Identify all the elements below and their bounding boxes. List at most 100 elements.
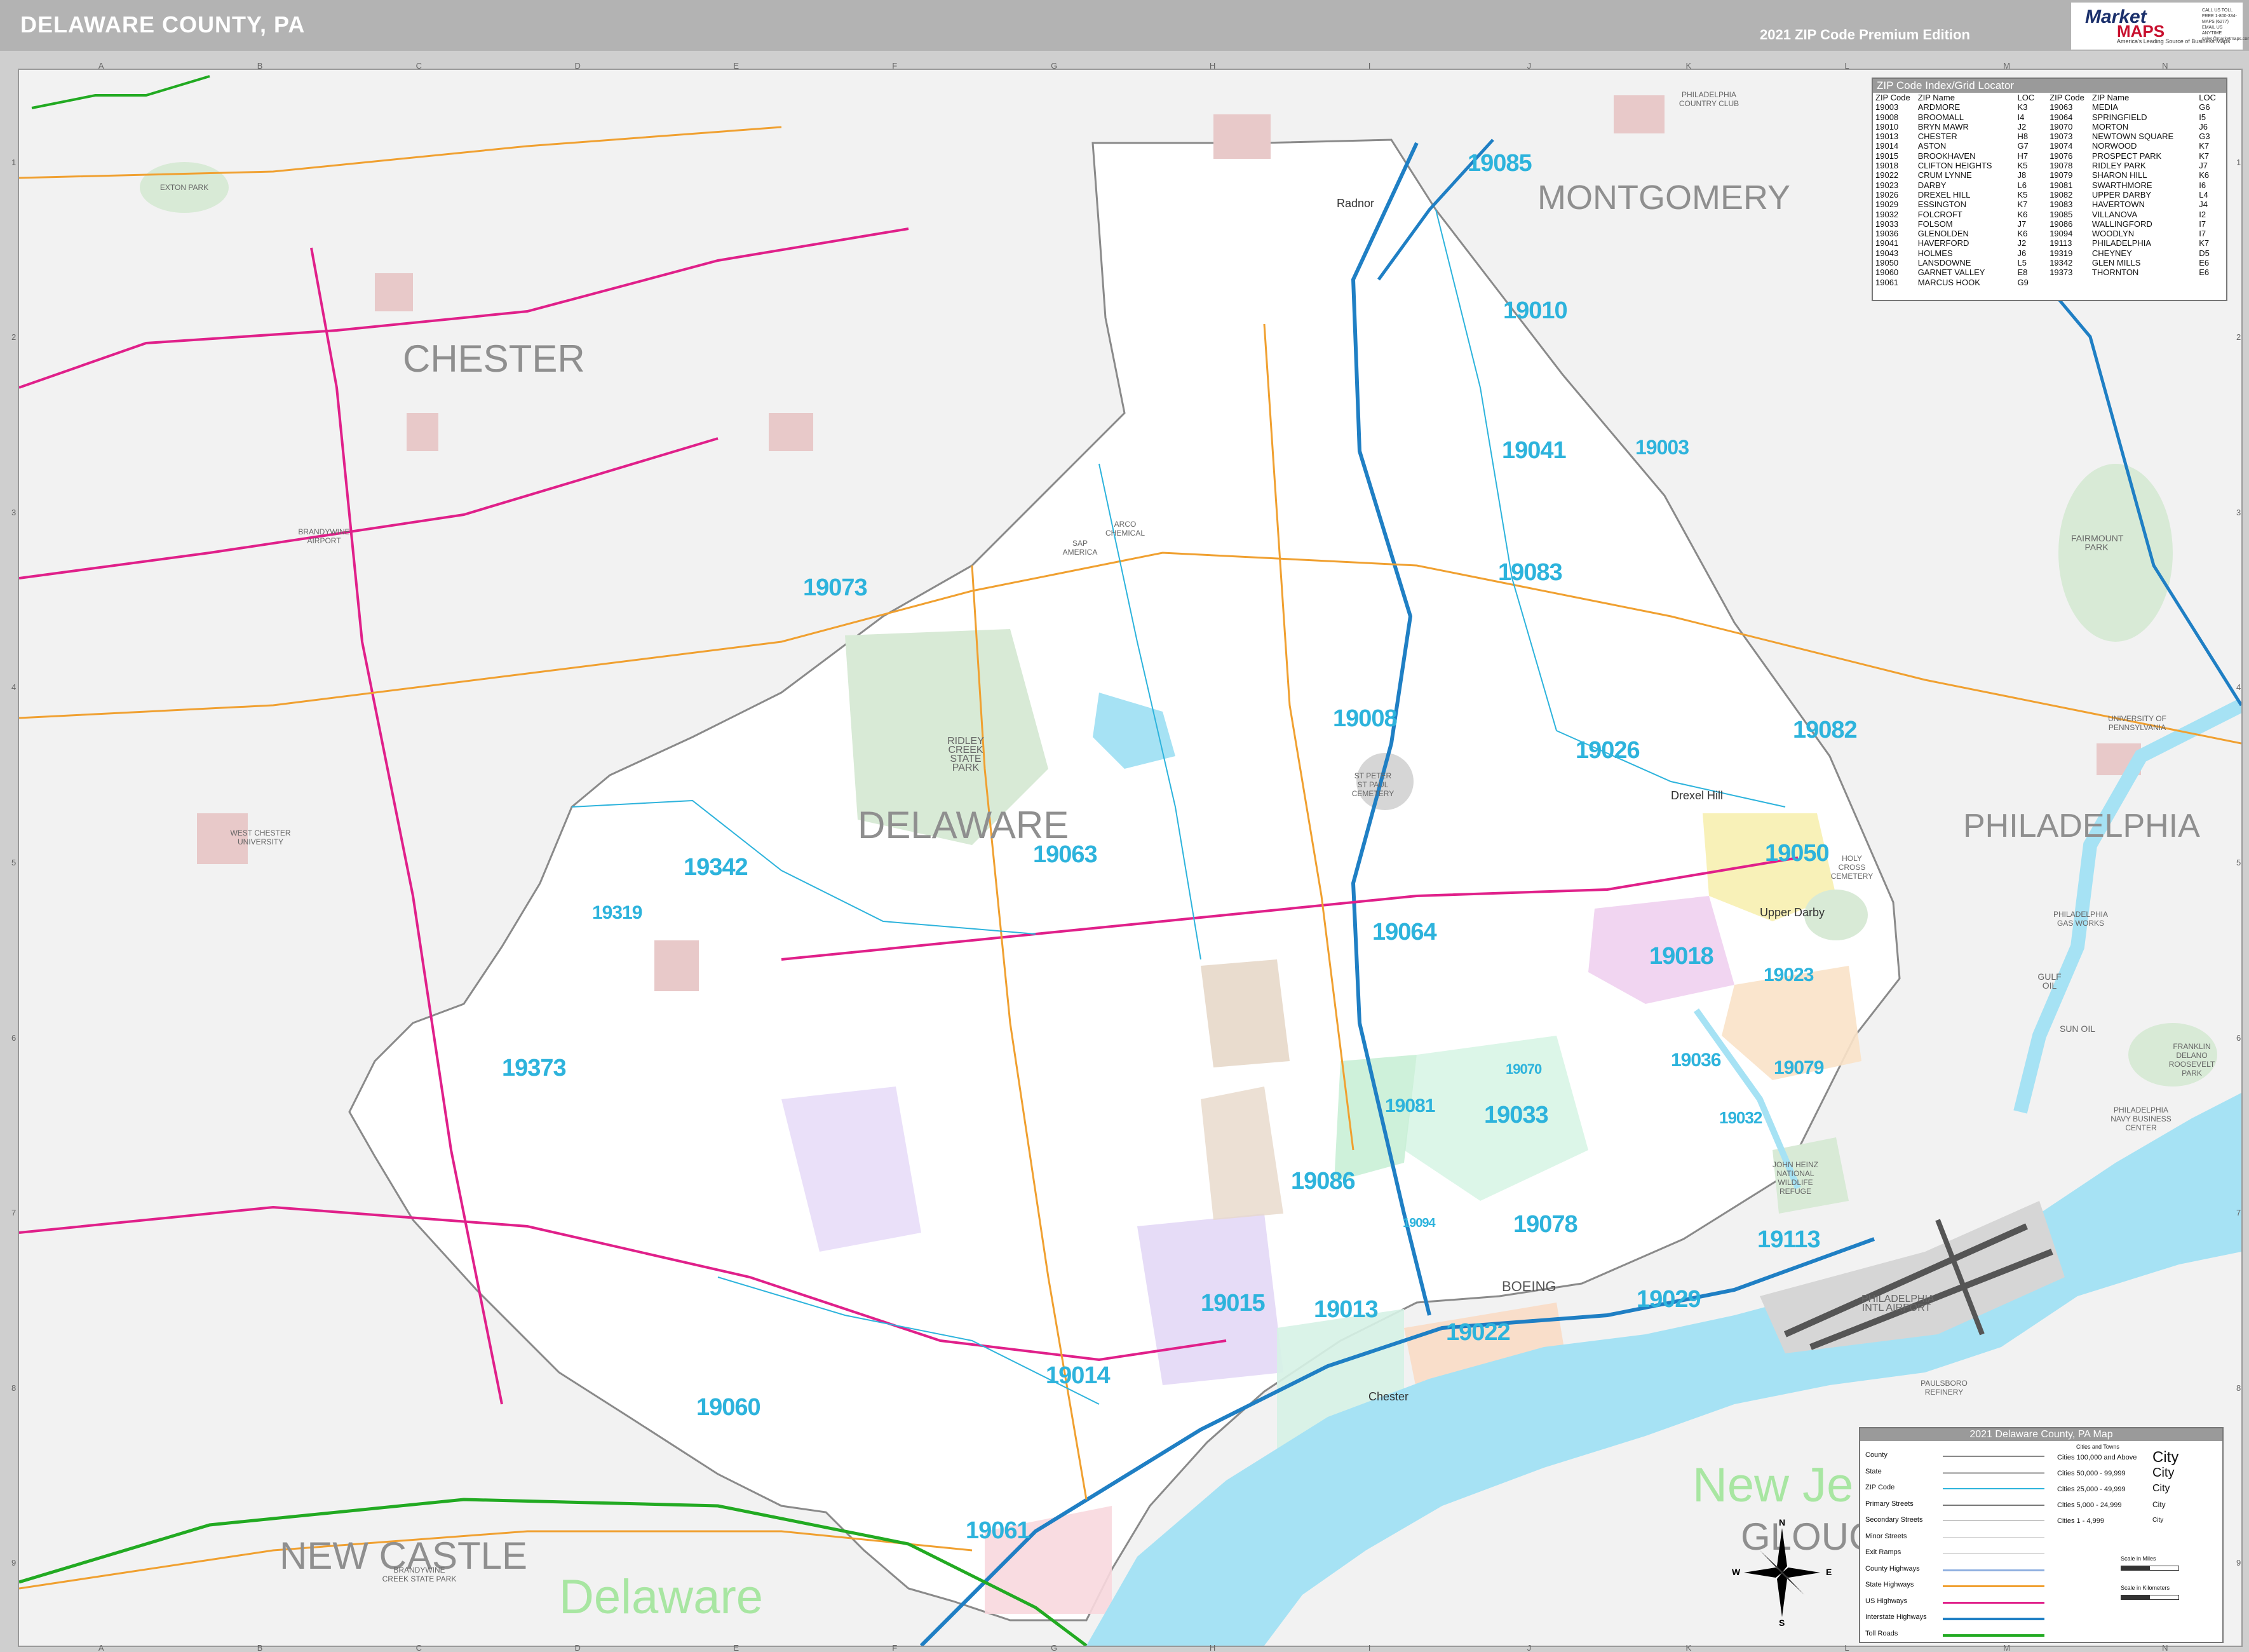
zip-index-cell: 19043 <box>1875 248 1899 258</box>
grid-col-L-bottom: L <box>1844 1643 1849 1652</box>
compass-n: N <box>1779 1517 1786 1527</box>
legend-item-swatch <box>1943 1488 2044 1489</box>
legend-item-label: County <box>1865 1451 1888 1459</box>
zip-index-cell: I6 <box>2199 180 2206 190</box>
zip-index-cell: 19026 <box>1875 189 1899 200</box>
grid-col-N-top: N <box>2162 61 2168 71</box>
zip-index-cell: K3 <box>2017 102 2028 112</box>
zip-index-row: 19023 DARBY L6 19081 SWARTHMORE I6 <box>1875 180 2224 190</box>
legend-item-label: Toll Roads <box>1865 1629 1898 1637</box>
poi-fdr-park: FRANKLIN DELANO ROOSEVELT PARK <box>2168 1042 2215 1078</box>
zip-index-cell: DREXEL HILL <box>1917 189 1971 200</box>
zip-index-row: 19032 FOLCROFT K6 19085 VILLANOVA I2 <box>1875 210 2224 219</box>
zip-index-row: 19010 BRYN MAWR J2 19070 MORTON J6 <box>1875 122 2224 132</box>
zip-index-header: LOC <box>2017 93 2035 102</box>
grid-row-7-right: 7 <box>2236 1208 2241 1218</box>
compass-s: S <box>1779 1618 1785 1628</box>
zip-index-cell: 19015 <box>1875 151 1899 161</box>
zip-index-cell: LANSDOWNE <box>1917 258 1971 268</box>
state-label-new-jersey: New Je <box>1692 1458 1854 1512</box>
zip-index-cell: 19018 <box>1875 161 1899 171</box>
legend-scale-km: Scale in Kilometers <box>2121 1585 2170 1591</box>
zip-index-cell: 19060 <box>1875 267 1899 278</box>
poi-fairmount-park: FAIRMOUNT PARK <box>2071 533 2124 552</box>
zip-label-19041: 19041 <box>1502 437 1567 464</box>
zip-label-19064: 19064 <box>1372 919 1437 945</box>
zip-index-cell: CLIFTON HEIGHTS <box>1917 161 1992 171</box>
zip-index-row: 19043 HOLMES J6 19319 CHEYNEY D5 <box>1875 248 2224 258</box>
grid-col-J-top: J <box>1527 61 1532 71</box>
zip-index-row: 19033 FOLSOM J7 19086 WALLINGFORD I7 <box>1875 219 2224 229</box>
zip-index-row: 19015 BROOKHAVEN H7 19076 PROSPECT PARK K7 <box>1875 151 2224 161</box>
zip-index-row: 19003 ARDMORE K3 19063 MEDIA G6 <box>1875 102 2224 112</box>
zip-index-cell: 19032 <box>1875 209 1899 219</box>
poi-sap-america: SAP AMERICA <box>1062 539 1098 557</box>
zip-index-cell: ESSINGTON <box>1917 200 1967 210</box>
zip-index-cell: K7 <box>2199 151 2210 161</box>
zip-index-cell: 19064 <box>2050 112 2073 122</box>
zip-index-cell: I4 <box>2017 112 2025 122</box>
grid-row-2-right: 2 <box>2236 332 2241 342</box>
zip-label-19061: 19061 <box>966 1517 1030 1544</box>
poi-gulf-oil: GULF OIL <box>2037 972 2062 991</box>
zip-index-cell: 19013 <box>1875 132 1899 142</box>
county-label-montgomery: MONTGOMERY <box>1537 179 1791 217</box>
zip-index-cell: 19070 <box>2050 121 2073 132</box>
zip-index-cell: E6 <box>2199 267 2210 278</box>
zip-label-19003: 19003 <box>1635 436 1689 459</box>
poi-brandywine-airport: BRANDYWINE AIRPORT <box>298 527 350 545</box>
legend-item-swatch <box>1943 1456 2044 1457</box>
place-label-upper-darby: Upper Darby <box>1760 906 1825 919</box>
zip-index-cell: 19342 <box>2050 258 2073 268</box>
zip-index-cell: 19073 <box>2050 132 2073 142</box>
zip-label-19010: 19010 <box>1503 297 1568 324</box>
university-area-7 <box>654 940 699 991</box>
legend-city-class: Cities 1 - 4,999 <box>2057 1517 2104 1525</box>
zip-index-row: 19041 HAVERFORD J2 19113 PHILADELPHIA K7 <box>1875 238 2224 248</box>
zip-label-19060: 19060 <box>696 1394 761 1421</box>
zip-label-19085: 19085 <box>1468 150 1532 177</box>
zip-index-cell: K5 <box>2017 189 2028 200</box>
zip-index-cell: ARDMORE <box>1917 102 1961 112</box>
zip-index-cell: J6 <box>2017 248 2027 258</box>
university-area-1 <box>375 273 413 311</box>
zip-index-cell: 19085 <box>2050 209 2073 219</box>
zip-index-cell: G3 <box>2199 132 2210 142</box>
zip-index-cell: G6 <box>2199 102 2210 112</box>
grid-col-J-bottom: J <box>1527 1643 1532 1652</box>
zip-label-19373: 19373 <box>502 1055 567 1081</box>
zip-index-cell: J7 <box>2017 219 2027 229</box>
zip-index-header: ZIP Code <box>2050 93 2084 102</box>
grid-col-B-top: B <box>257 61 263 71</box>
zip-index-cell: 19061 <box>1875 277 1899 287</box>
county-label-delaware: DELAWARE <box>858 804 1069 846</box>
zip-index-cell <box>2199 278 2224 287</box>
zip-index-cell: 19078 <box>2050 161 2073 171</box>
grid-col-B-bottom: B <box>257 1643 263 1652</box>
legend-item-label: Primary Streets <box>1865 1500 1914 1508</box>
zip-index-cell: I2 <box>2199 209 2206 219</box>
legend-item-swatch <box>1943 1601 2044 1604</box>
grid-row-3-right: 3 <box>2236 507 2241 517</box>
legend-city-class: Cities 50,000 - 99,999 <box>2057 1470 2126 1477</box>
zip-index-cell: THORNTON <box>2091 267 2139 278</box>
legend-item-swatch <box>1943 1520 2044 1521</box>
legend-item-label: Interstate Highways <box>1865 1613 1927 1621</box>
zip-index-cell: 19074 <box>2050 141 2073 151</box>
zip-index-cell: SWARTHMORE <box>2091 180 2152 190</box>
zip-index-cell: 19082 <box>2050 189 2073 200</box>
map-canvas[interactable] <box>19 70 2241 1646</box>
poi-west-chester-university: WEST CHESTER UNIVERSITY <box>230 829 291 846</box>
zip-index-cell: D5 <box>2199 248 2210 258</box>
grid-row-4-right: 4 <box>2236 682 2241 693</box>
zip-index-header: ZIP Code <box>1875 93 1910 102</box>
grid-col-L-top: L <box>1844 61 1849 71</box>
zip-label-19094: 19094 <box>1403 1216 1436 1230</box>
zip-index-cell: 19023 <box>1875 180 1899 190</box>
poi-ridley-creek-state-park: RIDLEY CREEK STATE PARK <box>947 736 984 773</box>
zip-index-cell: DARBY <box>1917 180 1947 190</box>
zip-index-cell: H7 <box>2017 151 2029 161</box>
zip-index-row: 19013 CHESTER H8 19073 NEWTOWN SQUARE G3 <box>1875 132 2224 141</box>
legend-item-swatch <box>1943 1618 2044 1620</box>
zip-index-cell: 19041 <box>1875 238 1899 248</box>
